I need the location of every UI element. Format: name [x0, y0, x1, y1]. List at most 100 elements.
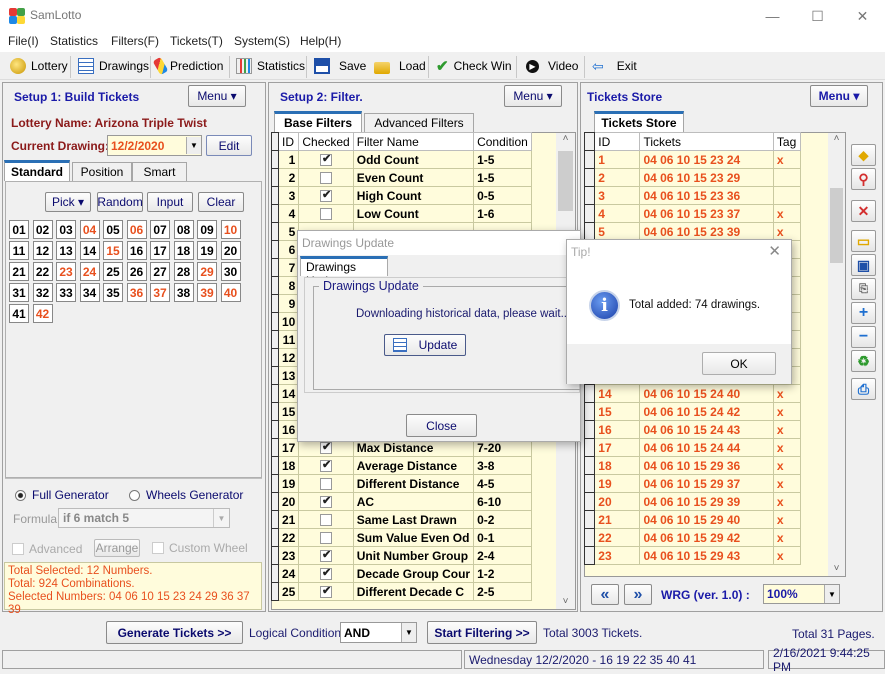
filter-checked[interactable]: [298, 546, 354, 565]
filter-row[interactable]: 2 Even Count 1-5: [271, 168, 532, 187]
wheels-generator-radio[interactable]: Wheels Generator: [129, 488, 243, 502]
menu-file[interactable]: File(I): [8, 34, 39, 48]
checkbox-icon[interactable]: [320, 208, 333, 221]
ticket-row[interactable]: 5 04 06 10 15 23 39 x: [583, 222, 802, 241]
col-tickets[interactable]: Tickets: [639, 132, 774, 151]
formula-select[interactable]: if 6 match 5 ▼: [58, 508, 230, 528]
ticket-row[interactable]: 2 04 06 10 15 23 29: [583, 168, 802, 187]
chevron-down-icon[interactable]: ▼: [824, 585, 839, 603]
number-button-29[interactable]: 29: [197, 262, 217, 281]
setup1-menu-button[interactable]: Menu ▾: [188, 85, 246, 107]
ticket-row[interactable]: 17 04 06 10 15 24 44 x: [583, 438, 802, 457]
current-drawing-select[interactable]: 12/2/2020 ▼: [107, 135, 202, 156]
tab-tickets-store[interactable]: Tickets Store: [594, 111, 684, 132]
generate-tickets-button[interactable]: Generate Tickets >>: [106, 621, 243, 644]
close-button[interactable]: ✕: [840, 0, 885, 32]
number-button-34[interactable]: 34: [79, 283, 100, 302]
tickets-scrollbar[interactable]: ˄ ˅: [828, 133, 845, 576]
menu-tickets[interactable]: Tickets(T): [170, 34, 223, 48]
filter-checked[interactable]: [298, 150, 354, 169]
filter-row[interactable]: 4 Low Count 1-6: [271, 204, 532, 223]
custom-wheel-checkbox[interactable]: Custom Wheel: [152, 541, 248, 555]
filter-checked[interactable]: [298, 456, 354, 475]
chevron-down-icon[interactable]: ▼: [401, 623, 416, 642]
number-button-12[interactable]: 12: [32, 241, 53, 260]
filter-checked[interactable]: [298, 582, 354, 601]
checkbox-icon[interactable]: [320, 188, 333, 203]
recycle-icon[interactable]: ♻: [851, 350, 876, 372]
save-disk-icon[interactable]: ▣: [851, 254, 876, 276]
ticket-row[interactable]: 20 04 06 10 15 29 39 x: [583, 492, 802, 511]
ticket-row[interactable]: 23 04 06 10 15 29 43 x: [583, 546, 802, 565]
filter-row[interactable]: 20 AC6-10: [271, 492, 532, 511]
tab-smart[interactable]: Smart: [132, 162, 187, 181]
number-button-25[interactable]: 25: [103, 262, 123, 281]
filter-row[interactable]: 3 High Count0-5: [271, 186, 532, 205]
tab-advanced-filters[interactable]: Advanced Filters: [364, 113, 474, 132]
checkbox-icon[interactable]: [320, 440, 333, 455]
col-condition[interactable]: Condition: [473, 132, 532, 151]
number-button-35[interactable]: 35: [103, 283, 123, 302]
number-button-22[interactable]: 22: [32, 262, 53, 281]
number-button-06[interactable]: 06: [126, 220, 147, 239]
number-button-38[interactable]: 38: [173, 283, 194, 302]
filter-checked[interactable]: [298, 474, 354, 493]
number-button-16[interactable]: 16: [126, 241, 147, 260]
input-button[interactable]: Input: [147, 192, 193, 212]
number-button-05[interactable]: 05: [103, 220, 123, 239]
chevron-down-icon[interactable]: ▼: [186, 137, 201, 154]
check-win-button[interactable]: ✔ Check Win: [436, 56, 512, 76]
next-page-button[interactable]: »: [624, 584, 652, 605]
tab-base-filters[interactable]: Base Filters: [274, 111, 362, 132]
filter-checked[interactable]: [298, 168, 354, 187]
checkbox-icon[interactable]: [320, 494, 333, 509]
number-button-39[interactable]: 39: [197, 283, 217, 302]
filter-row[interactable]: 18 Average Distance3-8: [271, 456, 532, 475]
filter-row[interactable]: 25 Different Decade C2-5: [271, 582, 532, 601]
number-button-04[interactable]: 04: [79, 220, 100, 239]
number-button-24[interactable]: 24: [79, 262, 100, 281]
load-button[interactable]: Load: [374, 56, 426, 76]
save-button[interactable]: Save: [314, 56, 366, 76]
number-button-15[interactable]: 15: [103, 241, 123, 260]
ticket-row[interactable]: 19 04 06 10 15 29 37 x: [583, 474, 802, 493]
menu-help[interactable]: Help(H): [300, 34, 341, 48]
number-button-14[interactable]: 14: [79, 241, 100, 260]
update-button[interactable]: Update: [384, 334, 466, 356]
col-id[interactable]: ID: [277, 132, 300, 151]
number-button-42[interactable]: 42: [32, 304, 53, 323]
advanced-checkbox[interactable]: Advanced: [12, 542, 82, 556]
number-button-37[interactable]: 37: [150, 283, 170, 302]
number-button-10[interactable]: 10: [220, 220, 241, 239]
ticket-row[interactable]: 4 04 06 10 15 23 37 x: [583, 204, 802, 223]
print-icon[interactable]: ⎙: [851, 378, 876, 400]
number-button-36[interactable]: 36: [126, 283, 147, 302]
number-button-01[interactable]: 01: [9, 220, 29, 239]
number-button-18[interactable]: 18: [173, 241, 194, 260]
checkbox-icon[interactable]: [320, 458, 333, 473]
filter-checked[interactable]: [298, 204, 354, 223]
ticket-row[interactable]: 18 04 06 10 15 29 36 x: [583, 456, 802, 475]
checkbox-icon[interactable]: [320, 172, 333, 185]
prediction-button[interactable]: Prediction: [152, 56, 223, 76]
menu-system[interactable]: System(S): [234, 34, 290, 48]
number-button-23[interactable]: 23: [56, 262, 76, 281]
menu-filters[interactable]: Filters(F): [111, 34, 159, 48]
number-button-03[interactable]: 03: [56, 220, 76, 239]
filter-checked[interactable]: [298, 564, 354, 583]
drawings-close-button[interactable]: Close: [406, 414, 477, 437]
number-button-19[interactable]: 19: [197, 241, 217, 260]
checkbox-icon[interactable]: [320, 584, 333, 599]
logical-condition-select[interactable]: AND ▼: [340, 622, 417, 643]
filter-row[interactable]: 22 Sum Value Even Od 0-1: [271, 528, 532, 547]
checkbox-icon[interactable]: [320, 514, 333, 527]
tip-close-icon[interactable]: ✕: [768, 242, 781, 260]
filter-row[interactable]: 24 Decade Group Cour1-2: [271, 564, 532, 583]
number-button-11[interactable]: 11: [9, 241, 29, 260]
filter-row[interactable]: 19 Different Distance 4-5: [271, 474, 532, 493]
remove-icon[interactable]: −: [851, 326, 876, 348]
clear-button[interactable]: Clear: [198, 192, 244, 212]
drawings-button[interactable]: Drawings: [78, 56, 149, 76]
scroll-down-icon[interactable]: ˅: [556, 596, 575, 607]
delete-icon[interactable]: ✕: [851, 200, 876, 222]
